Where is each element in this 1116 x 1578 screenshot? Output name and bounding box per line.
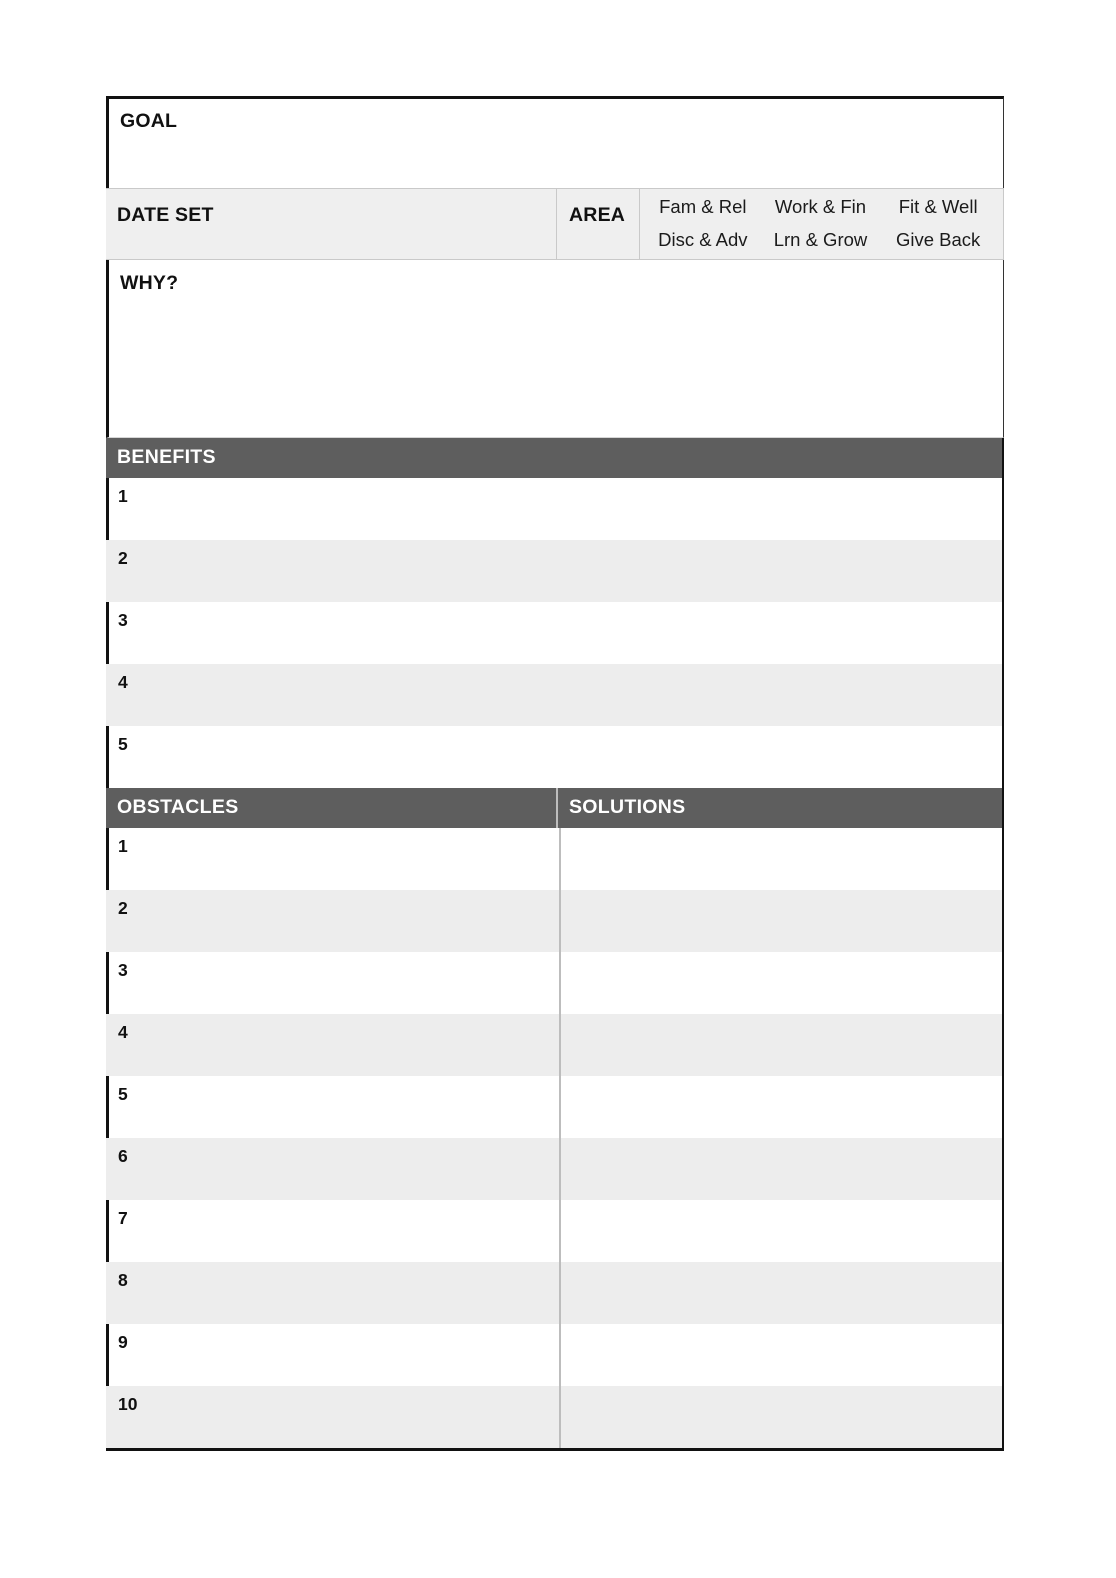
- benefit-number: 2: [118, 548, 128, 568]
- obstacle-row[interactable]: 2: [106, 890, 1004, 952]
- obstacle-row[interactable]: 8: [106, 1262, 1004, 1324]
- benefit-row[interactable]: 2: [106, 540, 1004, 602]
- obstacle-row[interactable]: 7: [106, 1200, 1004, 1262]
- obstacle-number: 5: [118, 1084, 128, 1104]
- area-label-cell: AREA: [557, 189, 640, 259]
- obstacle-input-10[interactable]: 10: [109, 1386, 559, 1448]
- date-set-label: DATE SET: [117, 204, 214, 226]
- area-option-fam-rel[interactable]: Fam & Rel: [659, 198, 746, 217]
- obstacle-row[interactable]: 4: [106, 1014, 1004, 1076]
- obstacle-input-7[interactable]: 7: [109, 1200, 559, 1262]
- benefits-rows: 1 2 3 4 5: [106, 478, 1004, 788]
- solution-input-6[interactable]: [559, 1138, 1002, 1200]
- benefit-row[interactable]: 4: [106, 664, 1004, 726]
- benefit-input-4[interactable]: 4: [109, 664, 1002, 726]
- obstacles-rows: 1 2 3 4 5 6 7 8 9 10: [106, 828, 1004, 1448]
- obstacle-number: 8: [118, 1270, 128, 1290]
- obstacle-input-8[interactable]: 8: [109, 1262, 559, 1324]
- obstacle-row[interactable]: 6: [106, 1138, 1004, 1200]
- obstacle-input-5[interactable]: 5: [109, 1076, 559, 1138]
- date-set-field[interactable]: DATE SET: [106, 189, 557, 259]
- obstacle-number: 4: [118, 1022, 128, 1042]
- obstacles-solutions-header-bar: OBSTACLES SOLUTIONS: [106, 788, 1004, 828]
- obstacle-number: 6: [118, 1146, 128, 1166]
- area-option-disc-adv[interactable]: Disc & Adv: [658, 231, 747, 250]
- obstacle-row[interactable]: 10: [106, 1386, 1004, 1448]
- obstacle-input-6[interactable]: 6: [109, 1138, 559, 1200]
- benefit-number: 3: [118, 610, 128, 630]
- obstacle-input-3[interactable]: 3: [109, 952, 559, 1014]
- benefit-number: 4: [118, 672, 128, 692]
- obstacle-input-9[interactable]: 9: [109, 1324, 559, 1386]
- benefit-row[interactable]: 1: [106, 478, 1004, 540]
- obstacle-number: 9: [118, 1332, 128, 1352]
- benefits-label: BENEFITS: [117, 446, 216, 469]
- area-option-give-back[interactable]: Give Back: [896, 231, 980, 250]
- worksheet-page: GOAL DATE SET AREA Fam & Rel Work & Fin …: [0, 0, 1116, 1578]
- obstacle-number: 1: [118, 836, 128, 856]
- obstacle-row[interactable]: 5: [106, 1076, 1004, 1138]
- solution-input-2[interactable]: [559, 890, 1002, 952]
- benefit-input-2[interactable]: 2: [109, 540, 1002, 602]
- benefits-header-bar: BENEFITS: [106, 438, 1004, 478]
- benefit-input-3[interactable]: 3: [109, 602, 1002, 664]
- area-option-work-fin[interactable]: Work & Fin: [775, 198, 866, 217]
- obstacle-number: 3: [118, 960, 128, 980]
- obstacles-header-cell: OBSTACLES: [106, 788, 556, 828]
- why-label: WHY?: [120, 272, 179, 294]
- solution-input-4[interactable]: [559, 1014, 1002, 1076]
- obstacle-input-1[interactable]: 1: [109, 828, 559, 890]
- benefit-row[interactable]: 5: [106, 726, 1004, 788]
- area-option-fit-well[interactable]: Fit & Well: [899, 198, 978, 217]
- solutions-header-cell: SOLUTIONS: [556, 788, 1002, 828]
- obstacle-input-4[interactable]: 4: [109, 1014, 559, 1076]
- why-section[interactable]: WHY?: [106, 260, 1004, 438]
- area-label: AREA: [569, 204, 626, 226]
- benefit-number: 5: [118, 734, 128, 754]
- sheet-bottom-rule: [106, 1448, 1004, 1451]
- obstacle-input-2[interactable]: 2: [109, 890, 559, 952]
- solution-input-9[interactable]: [559, 1324, 1002, 1386]
- goal-label: GOAL: [120, 110, 178, 132]
- solution-input-10[interactable]: [559, 1386, 1002, 1448]
- benefit-row[interactable]: 3: [106, 602, 1004, 664]
- obstacle-number: 10: [118, 1394, 138, 1414]
- obstacle-number: 2: [118, 898, 128, 918]
- solution-input-1[interactable]: [559, 828, 1002, 890]
- obstacle-row[interactable]: 1: [106, 828, 1004, 890]
- area-option-lrn-grow[interactable]: Lrn & Grow: [774, 231, 868, 250]
- obstacle-row[interactable]: 9: [106, 1324, 1004, 1386]
- benefit-input-1[interactable]: 1: [109, 478, 1002, 540]
- solution-input-3[interactable]: [559, 952, 1002, 1014]
- obstacle-row[interactable]: 3: [106, 952, 1004, 1014]
- obstacle-number: 7: [118, 1208, 128, 1228]
- date-set-area-row: DATE SET AREA Fam & Rel Work & Fin Fit &…: [106, 188, 1004, 260]
- solution-input-5[interactable]: [559, 1076, 1002, 1138]
- goal-worksheet: GOAL DATE SET AREA Fam & Rel Work & Fin …: [106, 96, 1004, 1451]
- solution-input-8[interactable]: [559, 1262, 1002, 1324]
- solutions-label: SOLUTIONS: [569, 796, 686, 819]
- benefit-number: 1: [118, 486, 128, 506]
- area-options-grid: Fam & Rel Work & Fin Fit & Well Disc & A…: [640, 189, 1003, 259]
- benefit-input-5[interactable]: 5: [109, 726, 1002, 788]
- goal-section[interactable]: GOAL: [106, 96, 1004, 188]
- obstacles-label: OBSTACLES: [117, 796, 239, 819]
- solution-input-7[interactable]: [559, 1200, 1002, 1262]
